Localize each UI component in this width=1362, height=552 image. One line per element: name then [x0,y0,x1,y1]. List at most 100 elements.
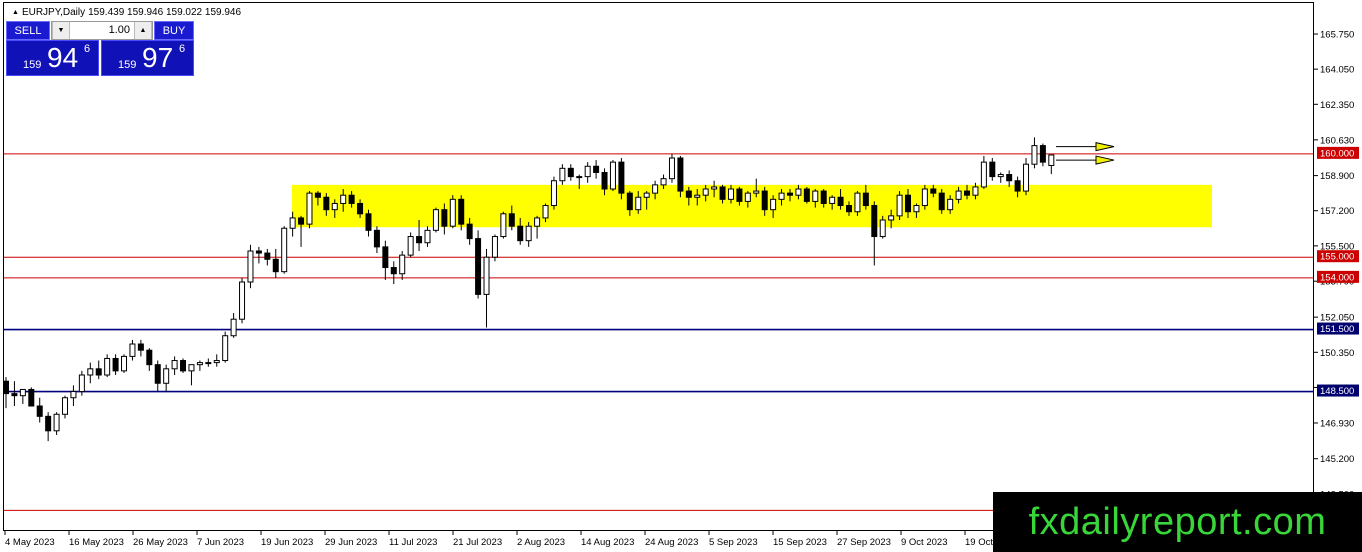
candle-body [154,364,161,384]
symbol-label: EURJPY,Daily [21,7,86,18]
candle-body [373,229,380,248]
y-tick-label: 160.630 [1320,135,1354,146]
price-label-box [1317,322,1359,335]
lot-size-input[interactable]: 1.00 [70,24,130,36]
candle-body [761,190,768,211]
candle-body [458,198,465,225]
collapse-triangle-icon[interactable]: ▲ [12,9,19,16]
candle-body [255,250,262,254]
candle-body [677,157,684,192]
consolidation-zone [292,184,1212,228]
candle-body [264,252,271,260]
sell-price-prefix: 159 [23,59,42,71]
candle-body [407,236,414,256]
price-label-box [1317,384,1359,397]
sell-price-fraction: 6 [84,43,91,55]
candle-body [196,362,203,366]
arrow-head-icon [1095,142,1115,152]
candle-body [306,192,313,225]
candle-body [1048,154,1055,166]
candle-body [980,161,987,188]
candle-body [78,374,85,393]
x-tick-label: 14 Aug 2023 [581,537,634,548]
candle-body [913,205,920,213]
chart-title: ▲ EURJPY,Daily 159.439 159.946 159.022 1… [12,7,241,18]
candle-body [104,357,111,376]
candle-body [19,388,26,397]
candle-body [500,213,507,238]
candle-body [357,202,364,215]
candle-body [36,405,43,417]
x-tick-label: 26 May 2023 [133,537,188,548]
y-tick-label: 157.200 [1320,206,1354,217]
candle-body [70,391,77,399]
candle-body [382,246,389,269]
y-tick-label: 162.350 [1320,100,1354,111]
candle-body [281,227,288,273]
candle-body [837,196,844,207]
candle-body [618,161,625,194]
candle-body [331,202,338,211]
candle-body [1039,145,1046,163]
buy-button[interactable]: BUY [154,21,194,40]
y-tick-label: 155.500 [1320,241,1354,252]
candle-body [247,250,254,283]
y-tick-label: 145.200 [1320,454,1354,465]
candle-body [314,192,321,198]
candle-body [137,343,144,351]
candle-body [888,215,895,221]
candle-body [323,196,330,211]
candle-body [525,225,532,242]
price-label-text: 155.000 [1320,252,1354,263]
candle-body [239,281,246,320]
y-tick-label: 146.930 [1320,418,1354,429]
candle-body [432,209,439,231]
y-tick-label: 150.350 [1320,348,1354,359]
candle-body [129,343,136,357]
x-tick-label: 21 Jul 2023 [453,537,502,548]
lot-increase-icon[interactable]: ▲ [134,22,152,39]
candle-body [121,355,128,372]
candle-body [862,192,869,207]
candle-body [95,368,102,376]
candle-body [272,258,279,273]
candle-body [921,188,928,207]
candle-body [542,205,549,219]
candle-body [534,217,541,227]
candle-body [365,213,372,231]
x-tick-label: 16 May 2023 [69,537,124,548]
candle-body [28,388,35,407]
candle-body [550,180,557,207]
candle-body [770,198,777,211]
candle-body [163,368,170,384]
candle-body [298,217,305,225]
sell-button[interactable]: SELL [6,21,50,40]
price-label-text: 160.000 [1320,148,1354,159]
price-label-text: 154.000 [1320,272,1354,283]
candle-body [517,225,524,242]
candle-body [972,186,979,196]
chart-frame[interactable]: ▲ EURJPY,Daily 159.439 159.946 159.022 1… [3,2,1314,531]
candle-body [475,238,482,295]
price-label-box [1317,270,1359,283]
candle-body [576,176,583,179]
candle-body [711,186,718,190]
candlestick-plot[interactable] [4,3,1313,530]
buy-price-box[interactable]: 159 97 6 [101,40,194,76]
candle-body [399,254,406,275]
lot-decrease-icon[interactable]: ▼ [52,22,70,39]
candle-body [205,362,212,365]
y-tick-label: 148.650 [1320,383,1354,394]
candle-body [567,167,574,178]
y-tick-label: 152.050 [1320,313,1354,324]
candle-body [53,413,60,432]
y-tick-label: 158.900 [1320,171,1354,182]
x-tick-label: 4 May 2023 [5,537,55,548]
candle-body [778,192,785,200]
sell-price-box[interactable]: 159 94 6 [6,40,99,76]
candle-body [736,188,743,202]
candle-body [829,196,836,204]
candle-body [171,360,178,370]
candle-body [947,198,954,211]
lot-size-field[interactable]: ▼ 1.00 ▲ [51,21,153,40]
